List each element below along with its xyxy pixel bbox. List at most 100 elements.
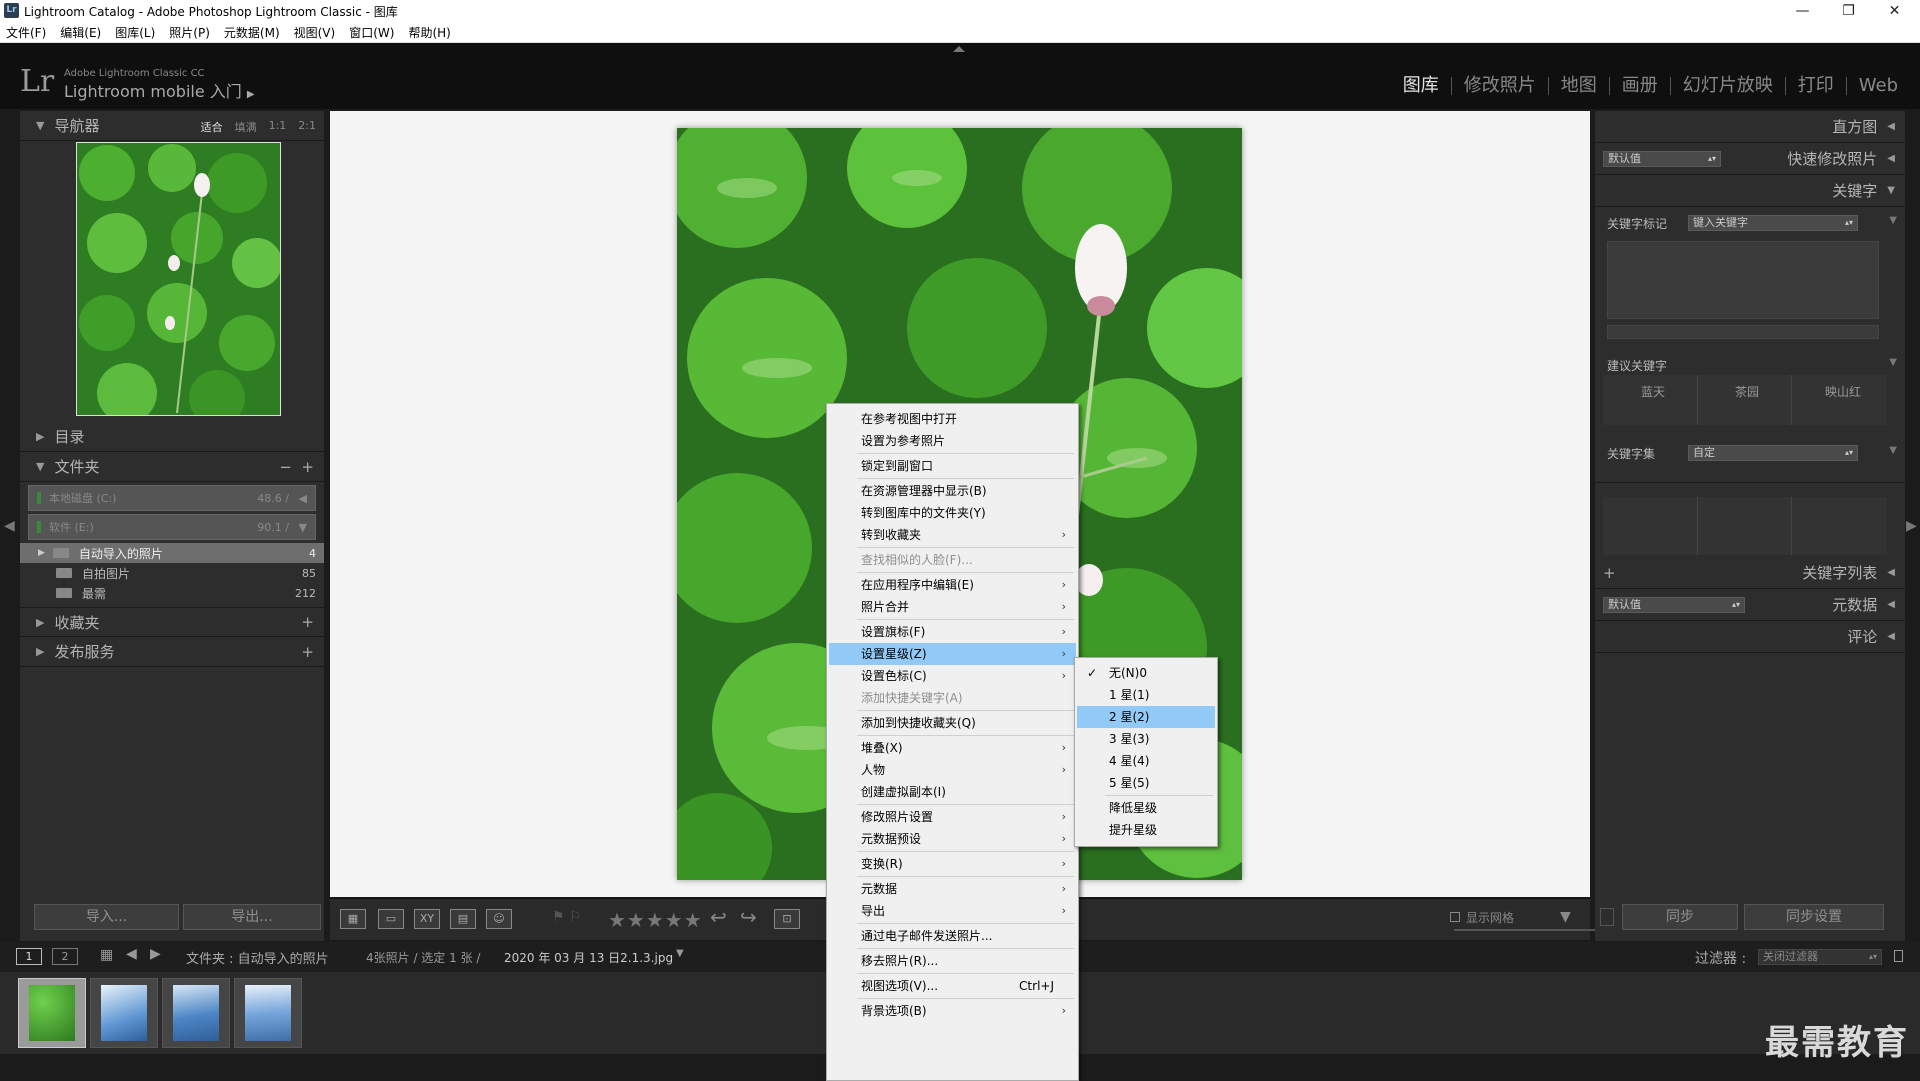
keyword-input[interactable] [1607, 325, 1879, 339]
add-keyword-icon[interactable]: + [1603, 564, 1616, 582]
menu-item[interactable]: 元数据 › [829, 878, 1076, 900]
suggested-keyword[interactable]: 蓝天 [1641, 383, 1665, 400]
menu-item[interactable]: 设置星级(Z) › [829, 643, 1076, 665]
menu-item[interactable]: 锁定到副窗口 [829, 455, 1076, 477]
sync-toggle-icon[interactable] [1600, 908, 1614, 926]
menu-item[interactable]: 照片合并 › [829, 596, 1076, 618]
menu-item[interactable]: 视图选项(V)... Ctrl+J [829, 975, 1076, 997]
catalog-header[interactable]: ▶ 目录 [20, 422, 324, 452]
menu-item[interactable]: 在资源管理器中显示(B) [829, 480, 1076, 502]
close-icon[interactable]: ✕ [1872, 0, 1917, 22]
remove-folder-icon[interactable]: − [279, 458, 292, 476]
menu-item[interactable]: 设置为参考照片 [829, 430, 1076, 452]
keyword-tags-select[interactable]: 键入关键字 ▴▾ [1688, 215, 1858, 231]
film-thumb-sky2[interactable] [162, 978, 230, 1048]
menu-item[interactable]: 在应用程序中编辑(E) › [829, 574, 1076, 596]
menu-item[interactable]: 提升星级 [1077, 819, 1215, 841]
zoom-2-1[interactable]: 2:1 [298, 119, 316, 135]
menu-file[interactable]: 文件(F) [6, 24, 46, 41]
add-publish-icon[interactable]: + [301, 643, 314, 661]
identity-line2[interactable]: Lightroom mobile 入门 ▶ [64, 78, 255, 102]
rotate-left-icon[interactable]: ↩ [710, 905, 727, 929]
suggested-keyword[interactable]: 映山红 [1825, 383, 1861, 400]
forward-arrow-icon[interactable]: ▶ [150, 946, 161, 962]
zoom-fit[interactable]: 适合 [201, 119, 223, 135]
keyword-text-area[interactable] [1607, 241, 1879, 319]
folder-item-selfies[interactable]: 自拍图片 85 [20, 563, 324, 583]
triangle-down-icon[interactable]: ▼ [1889, 445, 1897, 456]
filename-dropdown-icon[interactable]: ▼ [676, 948, 684, 959]
folders-header[interactable]: ▼ 文件夹 − + [20, 452, 324, 482]
menu-library[interactable]: 图库(L) [115, 24, 155, 41]
menu-item[interactable]: 背景选项(B) › [829, 1000, 1076, 1022]
menu-edit[interactable]: 编辑(E) [60, 24, 101, 41]
module-library[interactable]: 图库 [1391, 77, 1452, 95]
keywording-header[interactable]: 关键字 ▼ [1595, 175, 1905, 207]
collections-header[interactable]: ▶ 收藏夹 + [20, 607, 324, 637]
sync-settings-button[interactable]: 同步设置 [1744, 904, 1884, 930]
filter-lock-icon[interactable] [1894, 950, 1903, 962]
filmstrip-filename[interactable]: 2020 年 03 月 13 日2.1.3.jpg [504, 949, 673, 966]
menu-item[interactable]: 转到收藏夹 › [829, 524, 1076, 546]
menu-item[interactable]: 3 星(3) [1077, 728, 1215, 750]
toolbar-menu-chevron-icon[interactable]: ▼ [1560, 909, 1571, 925]
menu-item[interactable]: 人物 › [829, 759, 1076, 781]
menu-item[interactable]: 设置色标(C) › [829, 665, 1076, 687]
menu-item[interactable]: 移去照片(R)... [829, 950, 1076, 972]
people-view-icon[interactable]: ☺ [486, 909, 512, 929]
menu-window[interactable]: 窗口(W) [349, 24, 394, 41]
histogram-header[interactable]: 直方图 ◀ [1595, 111, 1905, 143]
menu-item[interactable]: 创建虚拟副本(I) [829, 781, 1076, 803]
zoom-fill[interactable]: 填满 [235, 119, 257, 135]
menu-item[interactable]: 变换(R) › [829, 853, 1076, 875]
module-web[interactable]: Web [1847, 77, 1910, 95]
maximize-icon[interactable]: ❐ [1826, 0, 1871, 22]
module-slideshow[interactable]: 幻灯片放映 [1671, 77, 1786, 95]
menu-item[interactable]: 元数据预设 › [829, 828, 1076, 850]
menu-item[interactable]: 修改照片设置 › [829, 806, 1076, 828]
module-book[interactable]: 画册 [1610, 77, 1671, 95]
suggested-keyword[interactable]: 茶园 [1735, 383, 1759, 400]
flag-icon[interactable]: ⚑ ⚐ [552, 909, 582, 925]
grid-view-icon[interactable]: ▦ [340, 909, 366, 929]
menu-photo[interactable]: 照片(P) [169, 24, 210, 41]
navigator-header[interactable]: ▼ 导航器 适合 填满 1:1 2:1 [20, 111, 324, 141]
menu-item[interactable]: 2 星(2) [1077, 706, 1215, 728]
star-rating[interactable]: ★★★★★ [608, 908, 703, 932]
menu-metadata[interactable]: 元数据(M) [224, 24, 280, 41]
menu-help[interactable]: 帮助(H) [408, 24, 450, 41]
grid-size-slider[interactable] [1454, 929, 1604, 931]
loupe-view-icon[interactable]: ▭ [378, 909, 404, 929]
quick-develop-preset[interactable]: 默认值 ▴▾ [1603, 151, 1721, 167]
keyword-set-select[interactable]: 自定 ▴▾ [1688, 445, 1858, 461]
survey-view-icon[interactable]: ▤ [450, 909, 476, 929]
collapse-top-arrow-icon[interactable] [953, 46, 965, 52]
menu-item[interactable]: 4 星(4) [1077, 750, 1215, 772]
back-arrow-icon[interactable]: ◀ [126, 946, 137, 962]
show-grid-toggle[interactable]: 显示网格 [1450, 909, 1514, 926]
menu-item[interactable]: 转到图库中的文件夹(Y) [829, 502, 1076, 524]
metadata-header[interactable]: 默认值 ▴▾ 元数据 ◀ [1595, 589, 1905, 621]
add-collection-icon[interactable]: + [301, 613, 314, 631]
keyword-list-header[interactable]: + 关键字列表 ◀ [1595, 557, 1905, 589]
module-develop[interactable]: 修改照片 [1452, 77, 1549, 95]
export-button[interactable]: 导出... [183, 904, 321, 930]
menu-item[interactable]: 通过电子邮件发送照片... [829, 925, 1076, 947]
menu-item[interactable]: 在参考视图中打开 [829, 408, 1076, 430]
zoom-1-1[interactable]: 1:1 [269, 119, 287, 135]
sync-button[interactable]: 同步 [1622, 904, 1738, 930]
add-folder-icon[interactable]: + [301, 458, 314, 476]
menu-item[interactable]: 降低星级 [1077, 797, 1215, 819]
disk-e[interactable]: 软件 (E:) 90.1 / ▼ [28, 514, 316, 540]
menu-item[interactable]: 设置旗标(F) › [829, 621, 1076, 643]
film-thumb-clover[interactable] [18, 978, 86, 1048]
film-thumb-sky3[interactable] [234, 978, 302, 1048]
film-thumb-sky1[interactable] [90, 978, 158, 1048]
menu-item[interactable]: ✓ 无(N)0 [1077, 662, 1215, 684]
module-map[interactable]: 地图 [1549, 77, 1610, 95]
menu-item[interactable]: 堆叠(X) › [829, 737, 1076, 759]
crop-overlay-icon[interactable]: ⊡ [774, 909, 800, 929]
disk-c[interactable]: 本地磁盘 (C:) 48.6 / ◀ [28, 485, 316, 511]
compare-view-icon[interactable]: XY [414, 909, 440, 929]
triangle-down-icon[interactable]: ▼ [1889, 215, 1897, 226]
